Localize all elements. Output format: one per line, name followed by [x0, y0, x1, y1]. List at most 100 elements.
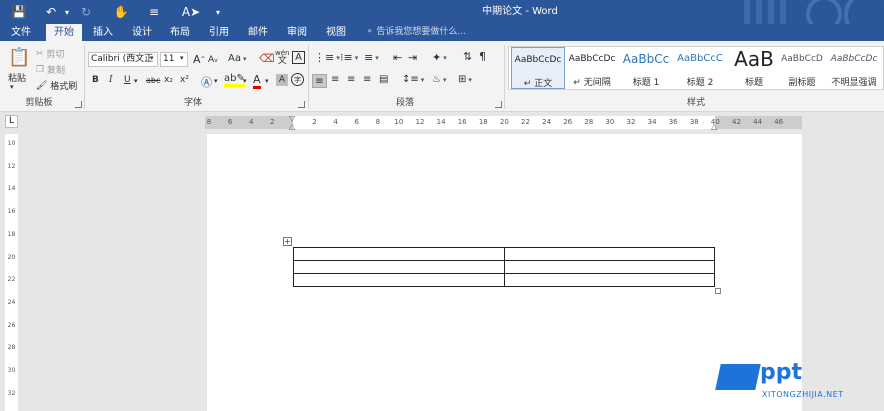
show-marks-icon[interactable]: ¶: [479, 50, 486, 63]
increase-indent-icon[interactable]: ⇥: [408, 51, 417, 64]
text-effects-dropdown-icon[interactable]: ▾: [214, 77, 218, 85]
table-cell[interactable]: [293, 247, 505, 261]
font-name-select[interactable]: Calibri (西文正: [88, 52, 158, 67]
tab-review[interactable]: 审阅: [282, 24, 312, 41]
ruler-tick-label: 8: [375, 118, 381, 126]
tab-design[interactable]: 设计: [127, 24, 157, 41]
character-shading-letter: A: [278, 75, 286, 85]
copy-button[interactable]: ❐ 复制: [36, 63, 65, 77]
style-heading-1[interactable]: AaBbCc 标题 1: [619, 47, 673, 89]
character-border-icon[interactable]: A: [292, 51, 305, 64]
table-cell[interactable]: [293, 273, 505, 287]
grow-font-icon[interactable]: A ^: [193, 53, 206, 66]
sort-icon[interactable]: ⇅: [463, 50, 472, 63]
table-resize-handle[interactable]: [715, 288, 721, 294]
clear-format-icon[interactable]: ⌫: [259, 52, 275, 65]
shrink-font-icon[interactable]: Av: [208, 55, 218, 65]
font-name-dropdown-icon[interactable]: ▾: [150, 54, 154, 62]
style-heading-2[interactable]: AaBbCcC 标题 2: [673, 47, 727, 89]
style-subtle-emphasis[interactable]: AaBbCcDc 不明显强调: [827, 47, 881, 89]
tab-layout[interactable]: 布局: [165, 24, 195, 41]
underline-button[interactable]: U: [124, 75, 131, 85]
horizontal-ruler[interactable]: ▽ △ △ 8 6 4 2 2 4 6 8 10 12 14 16 18 20 22 24 26 28 30 32 34…: [205, 114, 802, 131]
tab-view[interactable]: 视图: [321, 24, 351, 41]
align-left-icon[interactable]: ≡: [312, 74, 327, 88]
vruler-tick-label: 26: [7, 321, 16, 329]
style-normal[interactable]: AaBbCcDc ↵ 正文: [511, 47, 565, 89]
vruler-tick-label: 14: [7, 185, 16, 193]
style-no-spacing[interactable]: AaBbCcDc ↵ 无间隔: [565, 47, 619, 89]
paste-dropdown-icon[interactable]: ▾: [10, 83, 14, 91]
tell-me-box[interactable]: ⚬ 告诉我您想要做什么...: [366, 24, 466, 41]
bold-button[interactable]: B: [92, 75, 99, 85]
cut-button[interactable]: ✂ 剪切: [36, 47, 64, 61]
undo-dropdown-icon[interactable]: ▾: [62, 0, 72, 24]
save-icon[interactable]: 💾: [8, 0, 30, 24]
table-cell[interactable]: [504, 247, 715, 261]
tab-references[interactable]: 引用: [204, 24, 234, 41]
align-center-icon[interactable]: ≡: [331, 74, 339, 85]
paragraph-launcher-icon[interactable]: [495, 101, 502, 108]
style-title[interactable]: AaB 标题: [727, 47, 781, 89]
font-color-icon[interactable]: A: [253, 73, 261, 89]
align-right-icon[interactable]: ≡: [347, 74, 355, 85]
phonetic-guide-icon[interactable]: wén 文: [275, 49, 289, 66]
character-shading-icon[interactable]: A: [276, 74, 288, 86]
bullets-icon[interactable]: ⋮≡ ▾: [314, 51, 340, 64]
left-indent-marker[interactable]: △: [289, 122, 295, 131]
chinese-layout-icon[interactable]: ✦ ▾: [432, 51, 447, 64]
shading-icon[interactable]: ♨ ▾: [432, 74, 446, 85]
borders-icon[interactable]: ⊞ ▾: [458, 74, 472, 85]
tab-home[interactable]: 开始: [46, 24, 82, 41]
style-name: 标题 2: [686, 78, 714, 88]
tab-file[interactable]: 文件: [6, 24, 36, 41]
font-launcher-icon[interactable]: [298, 101, 305, 108]
justify-icon[interactable]: ≡: [363, 74, 371, 85]
enclose-characters-char: 字: [294, 75, 301, 84]
ruler-tick-label: 36: [668, 118, 678, 126]
tab-selector[interactable]: L: [5, 115, 18, 128]
ruler-tick-label: 42: [732, 118, 741, 126]
character-border-letter: A: [295, 52, 302, 63]
redo-icon[interactable]: ↻: [78, 0, 94, 24]
table-move-handle-icon[interactable]: +: [283, 237, 292, 246]
touch-mode-icon[interactable]: ✋: [110, 0, 132, 24]
decrease-indent-icon[interactable]: ⇤: [393, 51, 402, 64]
change-case-label: Aa: [228, 53, 241, 64]
table-cell[interactable]: [504, 260, 715, 274]
more-icon[interactable]: ▾: [212, 0, 224, 24]
format-painter-button[interactable]: 🖌 格式刷: [36, 79, 77, 93]
font-size-dropdown-icon[interactable]: ▾: [180, 54, 184, 62]
vertical-ruler[interactable]: 10 12 14 16 18 20 22 24 26 28 30 32: [5, 134, 18, 411]
change-case-button[interactable]: Aa ▾: [228, 53, 246, 64]
distributed-icon[interactable]: ▤: [379, 74, 388, 85]
subscript-button[interactable]: x₂: [164, 75, 173, 85]
strikethrough-button[interactable]: abc: [146, 76, 160, 85]
font-color-dropdown-icon[interactable]: ▾: [265, 77, 269, 85]
ruler-tick-label: 6: [354, 118, 359, 126]
numbering-icon[interactable]: ⁝≡ ▾: [340, 51, 358, 64]
tab-mailings[interactable]: 邮件: [243, 24, 273, 41]
enclose-characters-icon[interactable]: 字: [291, 73, 304, 86]
undo-icon[interactable]: ↶: [40, 0, 62, 24]
style-name: 副标题: [788, 78, 816, 88]
superscript-button[interactable]: x²: [180, 75, 189, 85]
clipboard-launcher-icon[interactable]: [75, 101, 82, 108]
styles-gallery: AaBbCcDc ↵ 正文 AaBbCcDc ↵ 无间隔 AaBbCc 标题 1…: [508, 46, 884, 90]
style-subtitle[interactable]: AaBbCcD 副标题: [775, 47, 829, 89]
paste-icon[interactable]: 📋: [8, 47, 30, 71]
customize-icon[interactable]: ≡: [144, 0, 164, 24]
highlight-dropdown-icon[interactable]: ▾: [243, 77, 247, 85]
text-effects-icon[interactable]: Ⓐ: [201, 74, 212, 90]
ruler-tick-label: 24: [542, 118, 552, 126]
document-table[interactable]: [293, 247, 715, 287]
format-painter-qa-icon[interactable]: A➤: [178, 0, 204, 24]
line-spacing-icon[interactable]: ↕≡ ▾: [402, 74, 424, 85]
tab-insert[interactable]: 插入: [88, 24, 118, 41]
table-cell[interactable]: [504, 273, 715, 287]
multilevel-list-icon[interactable]: ≡ ▾: [364, 51, 379, 64]
underline-dropdown-icon[interactable]: ▾: [134, 77, 138, 85]
table-cell[interactable]: [293, 260, 505, 274]
highlight-icon[interactable]: ab✎: [224, 73, 245, 87]
italic-button[interactable]: I: [109, 75, 113, 85]
